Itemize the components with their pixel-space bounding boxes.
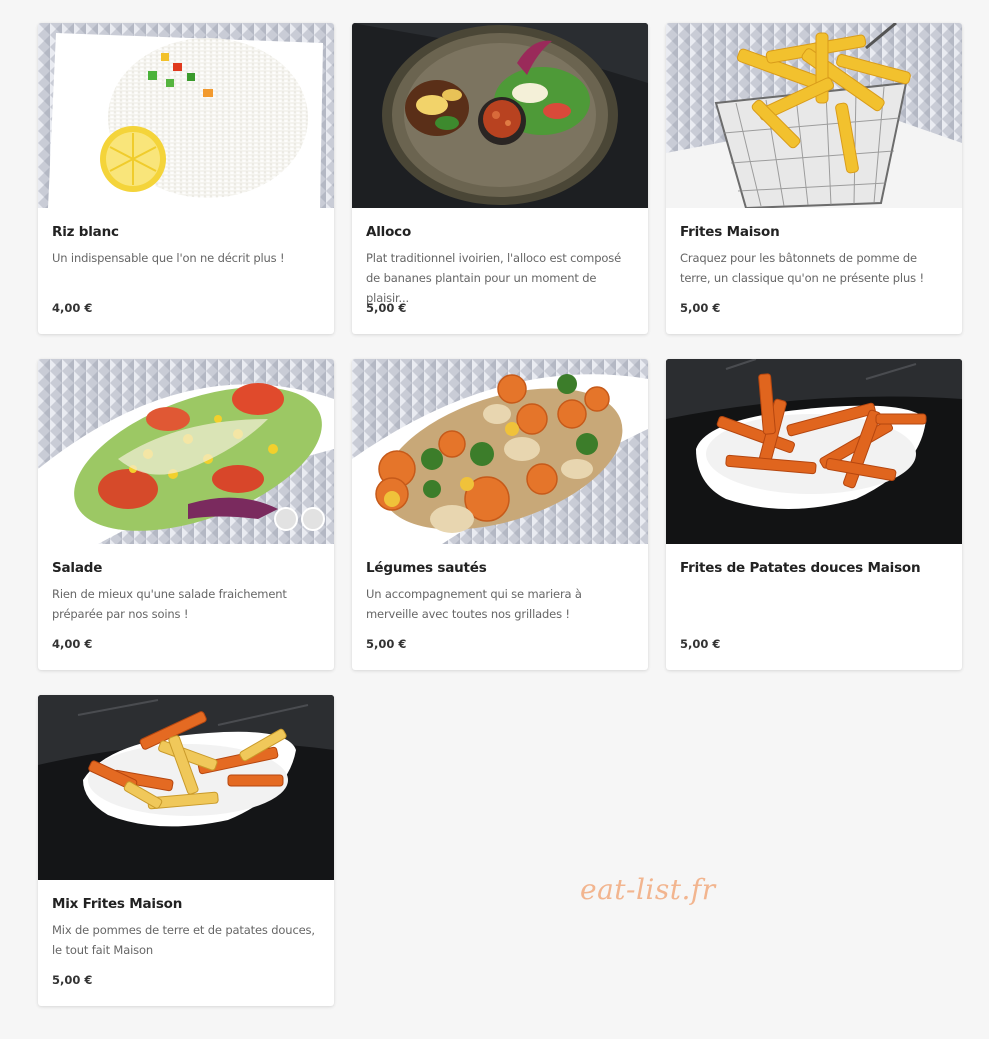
dish-photo — [38, 23, 334, 208]
dish-price: 5,00 € — [366, 637, 407, 651]
dish-photo — [666, 23, 962, 208]
dish-name: Alloco — [366, 224, 412, 240]
dish-description: Un indispensable que l'on ne décrit plus… — [52, 251, 285, 265]
dish-name: Frites Maison — [680, 224, 780, 240]
menu-item-card[interactable]: Riz blanc Un indispensable que l'on ne d… — [38, 23, 334, 334]
dish-price: 4,00 € — [52, 301, 93, 315]
dish-name: Légumes sautés — [366, 560, 487, 576]
dish-description: Plat traditionnel ivoirien, l'alloco est… — [366, 251, 622, 305]
dish-photo — [38, 695, 334, 880]
dish-name: Frites de Patates douces Maison — [680, 560, 921, 576]
menu-item-card[interactable]: Frites Maison Craquez pour les bâtonnets… — [666, 23, 962, 334]
dish-name: Mix Frites Maison — [52, 896, 183, 912]
dish-description: Rien de mieux qu'une salade fraichement … — [52, 587, 287, 621]
menu-item-card[interactable]: Mix Frites Maison Mix de pommes de terre… — [38, 695, 334, 1006]
dish-photo — [38, 359, 334, 544]
menu-grid: Riz blanc Un indispensable que l'on ne d… — [0, 0, 989, 1039]
dish-photo — [666, 359, 962, 544]
menu-item-card[interactable]: Frites de Patates douces Maison 5,00 € — [666, 359, 962, 670]
dish-name: Salade — [52, 560, 103, 576]
watermark-text: eat-list.fr — [580, 873, 716, 906]
dish-price: 5,00 € — [680, 637, 721, 651]
dish-name: Riz blanc — [52, 224, 119, 240]
dish-description: Mix de pommes de terre et de patates dou… — [52, 923, 315, 957]
dish-price: 5,00 € — [680, 301, 721, 315]
dish-price: 5,00 € — [366, 301, 407, 315]
menu-item-card[interactable]: Légumes sautés Un accompagnement qui se … — [352, 359, 648, 670]
dish-photo — [352, 23, 648, 208]
dish-price: 5,00 € — [52, 973, 93, 987]
dish-description: Un accompagnement qui se mariera à merve… — [366, 587, 582, 621]
dish-price: 4,00 € — [52, 637, 93, 651]
menu-item-card[interactable]: Salade Rien de mieux qu'une salade fraic… — [38, 359, 334, 670]
menu-item-card[interactable]: Alloco Plat traditionnel ivoirien, l'all… — [352, 23, 648, 334]
dish-description: Craquez pour les bâtonnets de pomme de t… — [680, 251, 924, 285]
dish-photo — [352, 359, 648, 544]
